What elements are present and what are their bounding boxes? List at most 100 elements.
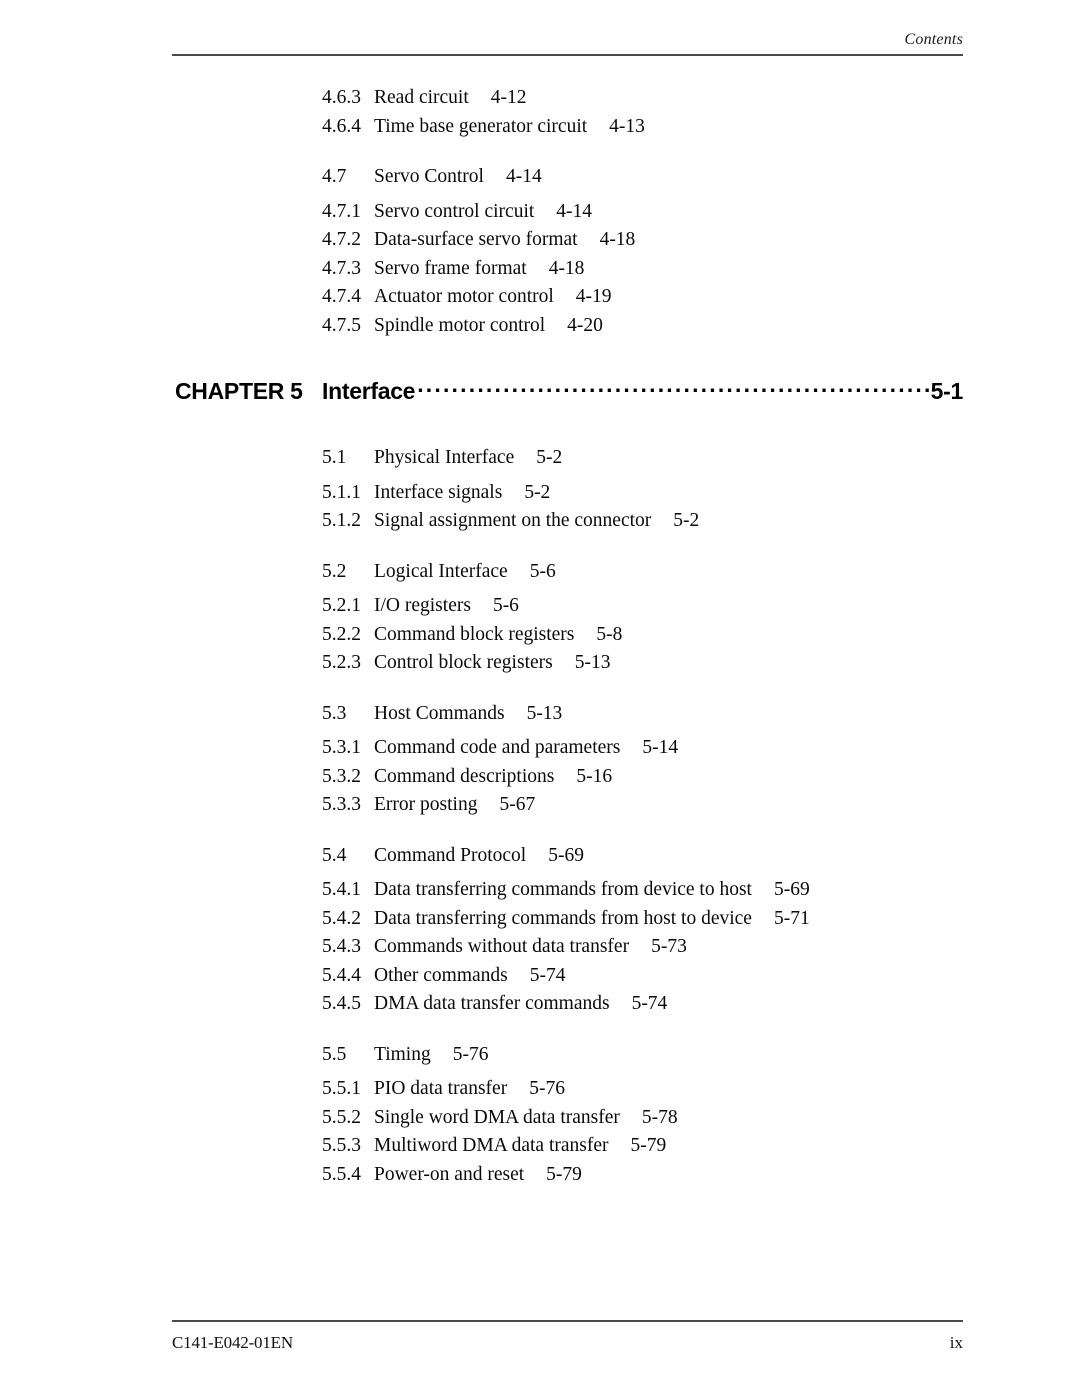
toc-entry[interactable]: 5.2.3 Control block registers 5-13 <box>0 649 1080 678</box>
toc-entry-page: 5-2 <box>673 510 700 531</box>
toc-entry-number: 5.5.3 <box>322 1135 361 1156</box>
toc-entry-number: 4.7.1 <box>322 200 361 222</box>
toc-entry-number: 5.1 <box>322 447 347 468</box>
toc-entry-page: 5-79 <box>630 1135 667 1156</box>
toc-entry-title: Error posting <box>374 794 478 815</box>
toc-entry-title: Command code and parameters <box>374 737 621 758</box>
header-divider <box>172 54 963 56</box>
toc-entry[interactable]: 5.5.1 PIO data transfer 5-76 <box>0 1075 1080 1104</box>
toc-entry-page: 5-14 <box>642 737 679 758</box>
toc-entry-page: 5-2 <box>524 481 551 503</box>
toc-entry[interactable]: 5.5.3 Multiword DMA data transfer 5-79 <box>0 1132 1080 1161</box>
toc-entry[interactable]: 5.4.1 Data transferring commands from dev… <box>0 876 1080 905</box>
toc-entry[interactable]: 4.7.4 Actuator motor control 4-19 <box>0 283 1080 312</box>
toc-entry-page: 5-73 <box>651 936 687 957</box>
toc-entry[interactable]: 5.4.2 Data transferring commands from hos… <box>0 905 1080 934</box>
toc-entry-page: 5-13 <box>574 652 611 673</box>
toc-entry-page: 5-13 <box>526 702 563 724</box>
toc-entry[interactable]: 4.7.5 Spindle motor control 4-20 <box>0 312 1080 341</box>
toc-entry-page: 5-74 <box>529 964 566 986</box>
chapter-heading[interactable]: CHAPTER 5 Interface 5-1 <box>0 376 1080 406</box>
toc-entry-number: 5.3.2 <box>322 765 361 787</box>
toc-entry[interactable]: 4.7.3 Servo frame format 4-18 <box>0 255 1080 284</box>
toc-entry-number: 5.5.2 <box>322 1106 361 1128</box>
toc-entry-number: 5.1.2 <box>322 510 361 531</box>
toc-entry-title: Logical Interface <box>374 560 508 582</box>
toc-entry-page: 4-12 <box>490 87 527 108</box>
toc-group: 5.4 Command Protocol 5-69 5.4.1 Data transfe… <box>0 842 1080 1019</box>
toc-entry[interactable]: 5.2.1 I/O registers 5-6 <box>0 592 1080 621</box>
toc-entry-title: Power-on and reset <box>374 1163 525 1185</box>
toc-entry[interactable]: 4.6.4 Time base generator circuit 4-13 <box>0 113 1080 142</box>
toc-entry[interactable]: 5.4.4 Other commands 5-74 <box>0 962 1080 991</box>
document-number: C141-E042-01EN <box>172 1333 293 1352</box>
toc-entry-number: 5.4.2 <box>322 907 361 929</box>
toc-entry-title: Control block registers <box>374 652 553 673</box>
toc-entry[interactable]: 5.1 Physical Interface 5-2 <box>0 444 1080 473</box>
toc-entry[interactable]: 5.5 Timing 5-76 <box>0 1041 1080 1070</box>
toc-content: 4.6.3 Read circuit 4-12 4.6.4 Time base gene… <box>0 84 1080 1189</box>
toc-entry-title: Time base generator circuit <box>374 115 588 137</box>
footer-divider <box>172 1320 963 1322</box>
toc-entry-page: 5-69 <box>773 879 810 900</box>
toc-entry[interactable]: 5.4.3 Commands without data transfer 5-73 <box>0 933 1080 962</box>
toc-entry-title: Actuator motor control <box>374 286 554 307</box>
toc-entry-number: 4.7.3 <box>322 257 361 279</box>
toc-entry-page: 4-20 <box>567 314 603 336</box>
toc-entry[interactable]: 5.2 Logical Interface 5-6 <box>0 558 1080 587</box>
toc-entry-page: 5-76 <box>452 1043 489 1065</box>
toc-entry[interactable]: 5.3.2 Command descriptions 5-16 <box>0 763 1080 792</box>
toc-entry[interactable]: 5.5.4 Power-on and reset 5-79 <box>0 1161 1080 1190</box>
toc-entry-number: 5.3.1 <box>322 737 361 758</box>
toc-entry-number: 5.5.4 <box>322 1163 361 1185</box>
toc-entry-page: 5-16 <box>576 765 613 787</box>
page-header: Contents <box>172 30 963 56</box>
footer-page-number: ix <box>949 1333 963 1352</box>
toc-entry-number: 5.5 <box>322 1043 347 1065</box>
toc-entry[interactable]: 5.3.3 Error posting 5-67 <box>0 791 1080 820</box>
toc-entry-title: Command Protocol <box>374 844 527 866</box>
toc-entry-page: 5-67 <box>499 794 536 815</box>
toc-entry[interactable]: 4.7 Servo Control 4-14 <box>0 163 1080 192</box>
toc-entry[interactable]: 5.3.1 Command code and parameters 5-14 <box>0 734 1080 763</box>
toc-entry-number: 5.4.4 <box>322 964 361 986</box>
toc-group: 4.6.3 Read circuit 4-12 4.6.4 Time base gene… <box>0 84 1080 141</box>
toc-entry[interactable]: 4.6.3 Read circuit 4-12 <box>0 84 1080 113</box>
toc-entry-page: 4-18 <box>548 257 585 279</box>
toc-group: 5.3 Host Commands 5-13 5.3.1 Command code an… <box>0 700 1080 820</box>
page-footer: C141-E042-01EN ix <box>172 1320 963 1354</box>
toc-entry-title: Other commands <box>374 964 508 986</box>
chapter-page-number: 5-1 <box>930 378 964 404</box>
toc-entry-page: 5-74 <box>631 993 668 1014</box>
toc-entry-number: 4.6.3 <box>322 87 361 108</box>
dot-leader-icon <box>417 376 928 399</box>
toc-entry-number: 5.4 <box>322 844 347 866</box>
toc-entry[interactable]: 4.7.1 Servo control circuit 4-14 <box>0 198 1080 227</box>
toc-entry-title: Commands without data transfer <box>374 936 630 957</box>
toc-entry-number: 5.4.3 <box>322 936 361 957</box>
toc-entry-number: 5.2.2 <box>322 623 361 645</box>
toc-group: 5.5 Timing 5-76 5.5.1 PIO data transfer 5-76 5… <box>0 1041 1080 1190</box>
toc-entry[interactable]: 5.1.2 Signal assignment on the connector 5… <box>0 507 1080 536</box>
toc-entry-page: 4-14 <box>556 200 593 222</box>
toc-entry-title: I/O registers <box>374 595 471 616</box>
toc-entry-number: 4.7 <box>322 166 347 187</box>
toc-entry-page: 5-8 <box>596 623 623 645</box>
toc-entry[interactable]: 5.1.1 Interface signals 5-2 <box>0 479 1080 508</box>
toc-entry-number: 4.7.4 <box>322 286 361 307</box>
toc-entry-title: Host Commands <box>374 702 505 724</box>
toc-entry[interactable]: 5.4 Command Protocol 5-69 <box>0 842 1080 871</box>
toc-entry-title: Multiword DMA data transfer <box>374 1135 609 1156</box>
document-page: Contents 4.6.3 Read circuit 4-12 4.6.4 Time … <box>0 0 1080 1397</box>
toc-entry-number: 5.1.1 <box>322 481 361 503</box>
toc-entry[interactable]: 5.3 Host Commands 5-13 <box>0 700 1080 729</box>
toc-entry[interactable]: 5.2.2 Command block registers 5-8 <box>0 621 1080 650</box>
toc-entry-number: 4.7.5 <box>322 314 361 336</box>
toc-entry-number: 5.3 <box>322 702 347 724</box>
toc-entry-title: Data-surface servo format <box>374 229 578 250</box>
toc-entry[interactable]: 4.7.2 Data-surface servo format 4-18 <box>0 226 1080 255</box>
toc-entry-page: 5-69 <box>548 844 584 866</box>
toc-entry[interactable]: 5.5.2 Single word DMA data transfer 5-78 <box>0 1104 1080 1133</box>
toc-entry[interactable]: 5.4.5 DMA data transfer commands 5-74 <box>0 990 1080 1019</box>
toc-entry-title: Servo Control <box>374 166 484 187</box>
